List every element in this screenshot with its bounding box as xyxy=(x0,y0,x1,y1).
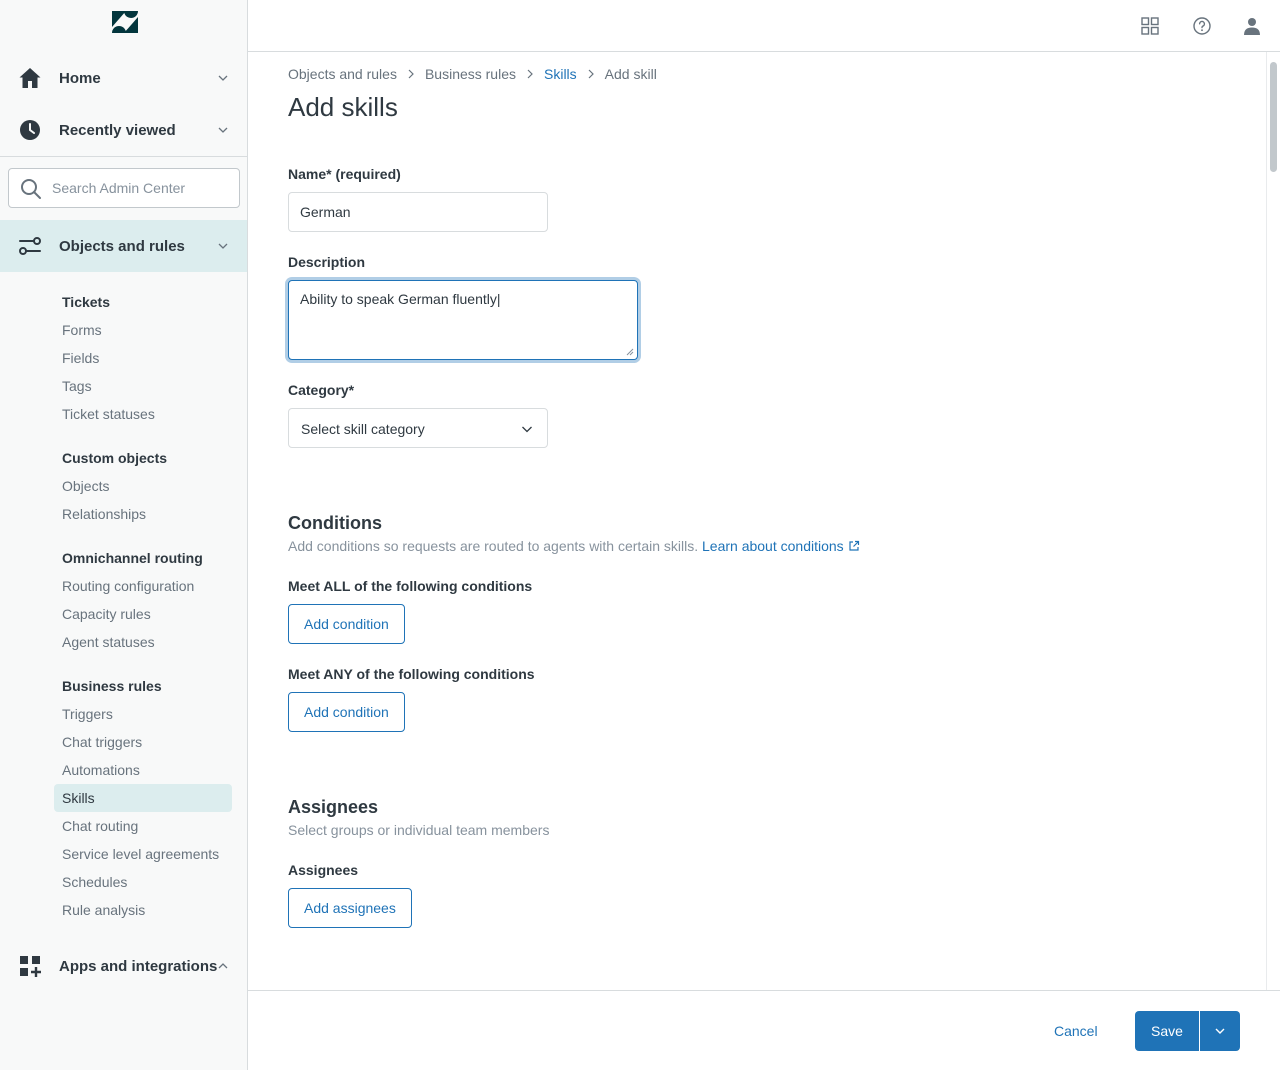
category-select-value: Select skill category xyxy=(301,421,425,437)
chevron-down-icon xyxy=(218,127,228,133)
main-scrollbar[interactable] xyxy=(1266,52,1280,990)
conditions-description-text: Add conditions so requests are routed to… xyxy=(288,538,699,554)
sidebar-item-routing-configuration[interactable]: Routing configuration xyxy=(54,572,232,600)
top-header xyxy=(248,0,1280,52)
breadcrumb-business-rules[interactable]: Business rules xyxy=(425,66,516,82)
sidebar-item-objects[interactable]: Objects xyxy=(54,472,232,500)
assignees-description: Select groups or individual team members xyxy=(288,822,550,838)
objects-rules-icon xyxy=(19,237,41,255)
add-condition-any-button[interactable]: Add condition xyxy=(288,692,405,732)
breadcrumb: Objects and rules Business rules Skills … xyxy=(288,66,657,82)
breadcrumb-skills[interactable]: Skills xyxy=(544,66,577,82)
sidebar-item-forms[interactable]: Forms xyxy=(54,316,232,344)
main-content: Objects and rules Business rules Skills … xyxy=(248,52,1266,990)
add-assignees-button[interactable]: Add assignees xyxy=(288,888,412,928)
category-select[interactable]: Select skill category xyxy=(288,408,548,448)
chevron-down-icon xyxy=(1215,1028,1225,1034)
group-title-tickets: Tickets xyxy=(62,294,110,310)
scroll-thumb[interactable] xyxy=(1270,62,1277,172)
conditions-description: Add conditions so requests are routed to… xyxy=(288,538,860,554)
description-textarea[interactable]: Ability to speak German fluently| xyxy=(288,280,638,360)
sidebar-item-ticket-statuses[interactable]: Ticket statuses xyxy=(54,400,232,428)
nav-recently-viewed-label: Recently viewed xyxy=(59,121,176,139)
sidebar-item-capacity-rules[interactable]: Capacity rules xyxy=(54,600,232,628)
cancel-button[interactable]: Cancel xyxy=(1038,1011,1114,1051)
description-label: Description xyxy=(288,254,366,270)
nav-home[interactable]: Home xyxy=(0,52,247,104)
sidebar-item-chat-routing[interactable]: Chat routing xyxy=(54,812,232,840)
sidebar-item-agent-statuses[interactable]: Agent statuses xyxy=(54,628,232,656)
conditions-title: Conditions xyxy=(288,513,382,533)
name-label: Name* (required) xyxy=(288,166,401,182)
nav-apps-and-integrations[interactable]: Apps and integrations xyxy=(0,940,247,992)
chevron-right-icon xyxy=(588,69,594,79)
chevron-down-icon xyxy=(218,243,228,249)
chevron-right-icon xyxy=(408,69,414,79)
meet-all-label: Meet ALL of the following conditions xyxy=(288,578,533,594)
user-profile-icon[interactable] xyxy=(1242,16,1262,36)
sidebar-item-skills[interactable]: Skills xyxy=(54,784,232,812)
form-footer: Cancel Save xyxy=(248,990,1280,1070)
group-title-business-rules: Business rules xyxy=(62,678,162,694)
assignees-title: Assignees xyxy=(288,797,379,817)
nav-apps-and-integrations-label: Apps and integrations xyxy=(59,957,218,975)
admin-search xyxy=(8,168,240,208)
help-icon[interactable] xyxy=(1192,16,1212,36)
sidebar-item-schedules[interactable]: Schedules xyxy=(54,868,232,896)
save-button[interactable]: Save xyxy=(1135,1011,1199,1051)
products-grid-icon[interactable] xyxy=(1140,16,1160,36)
home-icon xyxy=(19,68,41,88)
sidebar-divider xyxy=(0,156,247,157)
nav-home-label: Home xyxy=(59,69,101,87)
meet-any-label: Meet ANY of the following conditions xyxy=(288,666,535,682)
category-label: Category* xyxy=(288,382,355,398)
clock-icon xyxy=(20,120,40,140)
learn-about-conditions-link[interactable]: Learn about conditions xyxy=(702,538,860,554)
external-link-icon xyxy=(849,540,859,551)
group-title-custom-objects: Custom objects xyxy=(62,450,168,466)
sidebar-item-relationships[interactable]: Relationships xyxy=(54,500,232,528)
assignees-label: Assignees xyxy=(288,862,359,878)
nav-objects-and-rules[interactable]: Objects and rules xyxy=(0,220,247,272)
resize-handle-icon[interactable] xyxy=(626,348,634,356)
sidebar-item-tags[interactable]: Tags xyxy=(54,372,232,400)
chevron-down-icon xyxy=(522,426,532,433)
group-title-omnichannel-routing: Omnichannel routing xyxy=(62,550,203,566)
save-options-button[interactable] xyxy=(1200,1011,1240,1051)
chevron-up-icon xyxy=(218,963,228,969)
search-input[interactable] xyxy=(52,177,232,199)
nav-recently-viewed[interactable]: Recently viewed xyxy=(0,104,247,156)
sidebar-item-fields[interactable]: Fields xyxy=(54,344,232,372)
sidebar-item-automations[interactable]: Automations xyxy=(54,756,232,784)
zendesk-logo-icon[interactable] xyxy=(110,9,140,35)
nav-objects-and-rules-label: Objects and rules xyxy=(59,237,185,255)
add-condition-all-button[interactable]: Add condition xyxy=(288,604,405,644)
sidebar-item-rule-analysis[interactable]: Rule analysis xyxy=(54,896,232,924)
learn-about-conditions-label: Learn about conditions xyxy=(702,538,844,554)
apps-add-icon xyxy=(20,956,41,977)
name-input[interactable] xyxy=(288,192,548,232)
chevron-down-icon xyxy=(218,75,228,81)
breadcrumb-add-skill: Add skill xyxy=(604,66,657,82)
chevron-right-icon xyxy=(527,69,533,79)
page-title: Add skills xyxy=(288,92,398,122)
search-icon xyxy=(21,179,41,199)
sidebar-item-triggers[interactable]: Triggers xyxy=(54,700,232,728)
sidebar-item-service-level-agreements[interactable]: Service level agreements xyxy=(54,840,232,868)
sidebar-item-chat-triggers[interactable]: Chat triggers xyxy=(54,728,232,756)
breadcrumb-objects-and-rules[interactable]: Objects and rules xyxy=(288,66,397,82)
sidebar: Home Recently viewed Objects and ru xyxy=(0,0,248,1070)
